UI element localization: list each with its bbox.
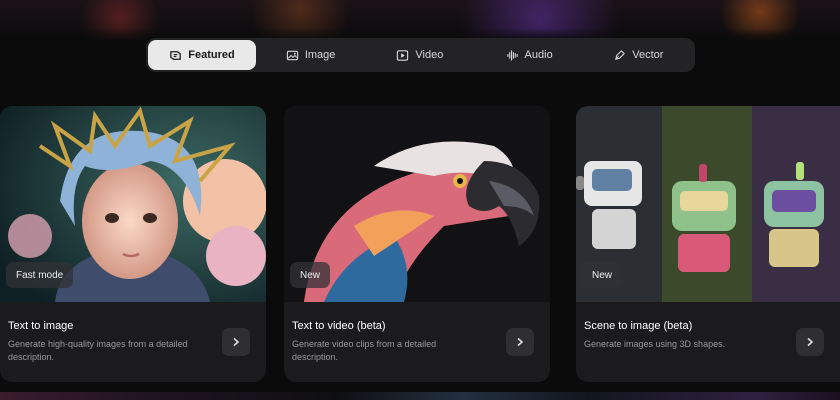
tab-label: Image — [304, 49, 336, 61]
tab-label: Featured — [188, 49, 235, 61]
featured-icon — [170, 50, 182, 60]
tab-label: Vector — [632, 49, 664, 61]
feature-card-text-to-image[interactable]: Fast mode Text to image Generate high-qu… — [0, 106, 266, 382]
audio-icon — [506, 49, 518, 61]
tab-featured[interactable]: Featured — [148, 40, 256, 70]
feature-card-scene-to-image[interactable]: New Scene to image (beta) Generate image… — [576, 106, 840, 382]
card-badge: New — [290, 262, 331, 288]
card-description: Generate video clips from a detailed des… — [292, 339, 437, 362]
tab-label: Video — [415, 49, 444, 61]
card-title: Text to image — [8, 320, 74, 332]
card-description: Generate high-quality images from a deta… — [8, 339, 188, 362]
chevron-right-icon — [233, 337, 240, 347]
chevron-right-icon — [807, 337, 814, 347]
tab-image[interactable]: Image — [256, 40, 365, 70]
tab-label: Audio — [524, 49, 553, 61]
video-icon — [397, 49, 409, 61]
card-title: Scene to image (beta) — [584, 320, 693, 332]
card-badge: Fast mode — [6, 262, 74, 288]
card-title: Text to video (beta) — [292, 320, 386, 332]
image-icon — [286, 50, 298, 60]
card-description: Generate images using 3D shapes. — [584, 339, 726, 349]
category-tabbar: Featured Image Video Audio Vector — [146, 38, 695, 72]
vector-icon — [615, 49, 626, 60]
next-row-cards-edge — [0, 392, 840, 400]
chevron-right-icon — [517, 337, 524, 347]
tab-audio[interactable]: Audio — [475, 40, 584, 70]
open-card-button[interactable] — [506, 328, 534, 356]
open-card-button[interactable] — [796, 328, 824, 356]
tab-video[interactable]: Video — [365, 40, 474, 70]
tab-vector[interactable]: Vector — [584, 40, 693, 70]
open-card-button[interactable] — [222, 328, 250, 356]
card-badge: New — [582, 262, 623, 288]
feature-card-text-to-video[interactable]: New Text to video (beta) Generate video … — [284, 106, 550, 382]
